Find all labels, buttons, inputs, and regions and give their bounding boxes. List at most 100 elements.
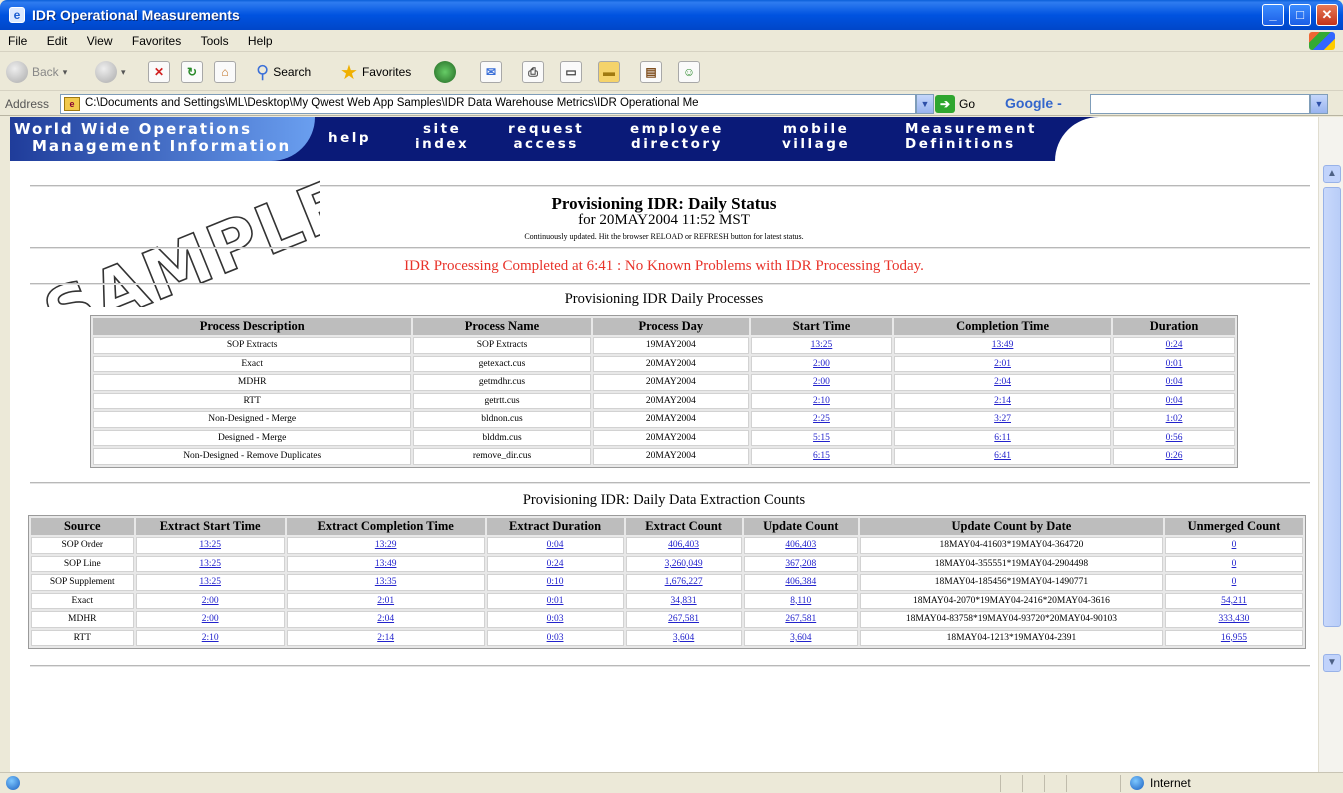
extract-completion-time-link[interactable]: 13:35: [375, 577, 397, 587]
site-brand[interactable]: World Wide Operations Management Informa…: [14, 121, 291, 155]
scroll-down-button[interactable]: ▼: [1323, 654, 1341, 672]
menu-view[interactable]: View: [79, 30, 121, 48]
extract-duration-link[interactable]: 0:01: [547, 596, 564, 606]
address-dropdown-button[interactable]: ▼: [916, 94, 934, 114]
update-count-link[interactable]: 406,384: [785, 577, 816, 587]
extract-completion-time-link[interactable]: 13:29: [375, 540, 397, 550]
menu-file[interactable]: File: [0, 30, 35, 48]
completion-time-link[interactable]: 6:41: [994, 451, 1011, 461]
nav-request-access-link[interactable]: request access: [508, 122, 584, 152]
folder-button[interactable]: ▬: [598, 60, 620, 84]
nav-help-link[interactable]: help: [328, 131, 371, 146]
completion-time-link[interactable]: 2:01: [994, 359, 1011, 369]
back-button[interactable]: Back ▾: [6, 60, 67, 84]
extract-count-link[interactable]: 3,604: [673, 633, 694, 643]
unmerged-count-link[interactable]: 16,955: [1221, 633, 1247, 643]
extract-duration-link[interactable]: 0:24: [547, 559, 564, 569]
search-button[interactable]: ⚲ Search: [256, 60, 311, 84]
unmerged-count-link[interactable]: 0: [1232, 559, 1237, 569]
extract-start-time-link[interactable]: 13:25: [199, 577, 221, 587]
update-count-link[interactable]: 406,403: [785, 540, 816, 550]
unmerged-count-link[interactable]: 0: [1232, 577, 1237, 587]
divider: [30, 247, 1310, 249]
nav-employee-directory-link[interactable]: employee directory: [630, 122, 724, 152]
completion-time-link[interactable]: 3:27: [994, 414, 1011, 424]
start-time-link[interactable]: 2:00: [813, 377, 830, 387]
extract-count-link[interactable]: 3,260,049: [665, 559, 703, 569]
scroll-thumb[interactable]: [1323, 187, 1341, 627]
go-button[interactable]: ➔ Go: [935, 95, 975, 113]
start-time-link[interactable]: 5:15: [813, 433, 830, 443]
scroll-up-button[interactable]: ▲: [1323, 165, 1341, 183]
duration-link[interactable]: 0:01: [1166, 359, 1183, 369]
vertical-scrollbar[interactable]: ▲ ▼: [1318, 117, 1343, 772]
extract-duration-link[interactable]: 0:04: [547, 540, 564, 550]
update-count-link[interactable]: 367,208: [785, 559, 816, 569]
duration-link[interactable]: 0:56: [1166, 433, 1183, 443]
column-header-process-name: Process Name: [413, 318, 591, 335]
google-dropdown-button[interactable]: ▼: [1310, 94, 1328, 114]
edit-button[interactable]: ▭: [560, 60, 582, 84]
google-toolbar-button[interactable]: Google -: [1005, 95, 1062, 111]
messenger-button[interactable]: ☺: [678, 60, 700, 84]
extract-completion-time-link[interactable]: 2:04: [377, 614, 394, 624]
start-time-link[interactable]: 2:10: [813, 396, 830, 406]
extract-count-link[interactable]: 34,831: [671, 596, 697, 606]
unmerged-count-link[interactable]: 333,430: [1219, 614, 1250, 624]
start-time-link[interactable]: 2:00: [813, 359, 830, 369]
favorites-button[interactable]: ★ Favorites: [340, 60, 411, 84]
nav-mobile-village-link[interactable]: mobile village: [782, 122, 850, 152]
menu-edit[interactable]: Edit: [39, 30, 76, 48]
update-count-link[interactable]: 267,581: [785, 614, 816, 624]
google-search-input[interactable]: [1090, 94, 1310, 114]
extract-start-time-link[interactable]: 13:25: [199, 559, 221, 569]
start-time-link[interactable]: 2:25: [813, 414, 830, 424]
completion-time-link[interactable]: 13:49: [992, 340, 1014, 350]
close-button[interactable]: ✕: [1316, 4, 1338, 26]
unmerged-count-link[interactable]: 0: [1232, 540, 1237, 550]
extract-count-link[interactable]: 1,676,227: [665, 577, 703, 587]
extract-completion-time-link[interactable]: 13:49: [375, 559, 397, 569]
stop-button[interactable]: ✕: [148, 60, 170, 84]
research-button[interactable]: ▤: [640, 60, 662, 84]
maximize-button[interactable]: □: [1289, 4, 1311, 26]
start-time-link[interactable]: 6:15: [813, 451, 830, 461]
cell-unmerged-count: 16,955: [1164, 629, 1303, 646]
unmerged-count-link[interactable]: 54,211: [1221, 596, 1247, 606]
completion-time-link[interactable]: 2:14: [994, 396, 1011, 406]
update-count-link[interactable]: 3,604: [790, 633, 811, 643]
duration-link[interactable]: 0:04: [1166, 377, 1183, 387]
duration-link[interactable]: 0:04: [1166, 396, 1183, 406]
extract-duration-link[interactable]: 0:03: [547, 614, 564, 624]
extract-count-link[interactable]: 406,403: [668, 540, 699, 550]
media-button[interactable]: [434, 60, 456, 84]
forward-button[interactable]: ▾: [95, 60, 126, 84]
update-count-link[interactable]: 8,110: [790, 596, 811, 606]
extract-start-time-link[interactable]: 2:00: [202, 614, 219, 624]
address-input[interactable]: e C:\Documents and Settings\ML\Desktop\M…: [60, 94, 916, 114]
menu-favorites[interactable]: Favorites: [124, 30, 189, 48]
duration-link[interactable]: 0:24: [1166, 340, 1183, 350]
duration-link[interactable]: 0:26: [1166, 451, 1183, 461]
mail-button[interactable]: ✉: [480, 60, 502, 84]
completion-time-link[interactable]: 6:11: [994, 433, 1011, 443]
extract-start-time-link[interactable]: 2:10: [202, 633, 219, 643]
extract-start-time-link[interactable]: 13:25: [199, 540, 221, 550]
extract-duration-link[interactable]: 0:03: [547, 633, 564, 643]
extract-completion-time-link[interactable]: 2:01: [377, 596, 394, 606]
nav-site-index-link[interactable]: site index: [415, 122, 469, 152]
extract-completion-time-link[interactable]: 2:14: [377, 633, 394, 643]
home-button[interactable]: ⌂: [214, 60, 236, 84]
extract-start-time-link[interactable]: 2:00: [202, 596, 219, 606]
extract-count-link[interactable]: 267,581: [668, 614, 699, 624]
nav-measurement-definitions-link[interactable]: Measurement Definitions: [905, 122, 1037, 152]
minimize-button[interactable]: _: [1262, 4, 1284, 26]
duration-link[interactable]: 1:02: [1166, 414, 1183, 424]
menu-tools[interactable]: Tools: [193, 30, 237, 48]
start-time-link[interactable]: 13:25: [811, 340, 833, 350]
menu-help[interactable]: Help: [240, 30, 281, 48]
print-button[interactable]: ⎙: [522, 60, 544, 84]
completion-time-link[interactable]: 2:04: [994, 377, 1011, 387]
refresh-button[interactable]: ↻: [181, 60, 203, 84]
extract-duration-link[interactable]: 0:10: [547, 577, 564, 587]
